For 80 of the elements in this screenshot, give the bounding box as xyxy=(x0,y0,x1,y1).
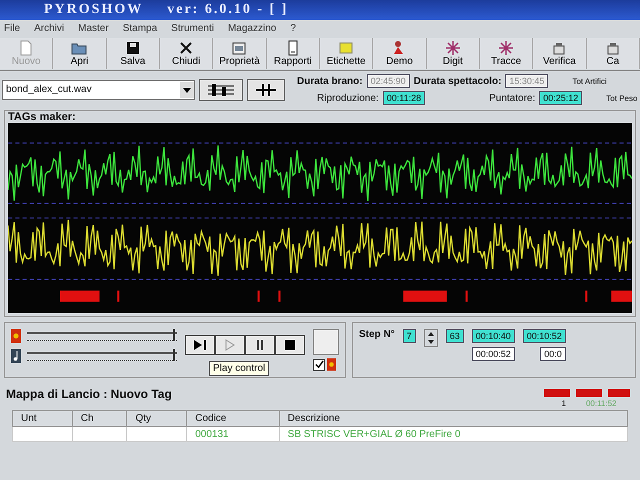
toolbar-button[interactable]: Etichette xyxy=(320,38,374,69)
label-icon xyxy=(338,40,354,56)
duration-label: Durata brano: xyxy=(297,76,363,86)
pointer-label: Puntatore: xyxy=(489,92,536,104)
checkmark-icon xyxy=(314,360,324,369)
toolbar-button[interactable]: Demo xyxy=(373,38,427,69)
total-label: Tot Artifici xyxy=(572,76,607,86)
step-spinner[interactable] xyxy=(424,329,438,347)
column-header: Ch xyxy=(72,410,127,426)
tool-icon xyxy=(551,40,568,56)
section-title: Mappa di Lancio : Nuovo Tag xyxy=(6,387,172,401)
file-dropdown[interactable]: bond_alex_cut.wav xyxy=(2,80,195,100)
window-icon xyxy=(231,40,248,56)
transport-button[interactable] xyxy=(185,335,215,355)
document-icon xyxy=(18,40,34,56)
toolbar-button[interactable]: Salva xyxy=(106,38,160,69)
play-icon xyxy=(192,339,208,351)
music-icon xyxy=(11,349,21,363)
transport-button[interactable] xyxy=(215,335,245,355)
checkbox[interactable] xyxy=(313,358,325,370)
toolbar-button[interactable]: Apri xyxy=(53,38,107,69)
split-icon xyxy=(254,82,278,98)
waveform-button[interactable] xyxy=(199,78,243,100)
menu-item[interactable]: Master xyxy=(78,23,109,34)
section-title: TAGs maker: xyxy=(8,111,77,123)
step-field[interactable]: 7 xyxy=(402,329,416,343)
column-header: Descrizione xyxy=(279,410,628,426)
table-cell: 000131 xyxy=(195,428,229,440)
menu-item[interactable]: Strumenti xyxy=(171,23,214,34)
offset-field: 00:0 xyxy=(540,347,566,361)
firework-icon xyxy=(11,329,21,343)
toolbar-button[interactable]: Ca xyxy=(586,38,640,69)
weight-label: Tot Peso xyxy=(606,94,638,102)
toolbar-button[interactable]: Chiudi xyxy=(160,38,214,69)
volume-slider[interactable] xyxy=(27,349,177,363)
stop-icon xyxy=(282,339,298,351)
toolbar-button[interactable]: Digit xyxy=(426,38,480,69)
time-field: 00:10:40 xyxy=(472,329,515,343)
tooltip: Play control xyxy=(209,361,270,376)
count-field: 63 xyxy=(446,329,464,343)
show-duration-label: Durata spettacolo: xyxy=(414,76,502,86)
time-field: 00:10:52 xyxy=(522,329,566,343)
tool-icon xyxy=(604,40,621,56)
menu-item[interactable]: ? xyxy=(290,23,296,34)
preview-box xyxy=(313,329,339,355)
marker-time: 00:11:52 xyxy=(586,399,616,408)
playback-time: 00:11:28 xyxy=(382,91,426,105)
toolbar-button[interactable]: Verifica xyxy=(533,38,587,69)
equalizer-icon xyxy=(206,82,236,98)
caret-icon xyxy=(183,86,191,94)
firework-icon xyxy=(327,358,336,371)
save-icon xyxy=(124,40,141,56)
column-header: Codice xyxy=(186,410,280,426)
volume-slider[interactable] xyxy=(27,329,177,343)
playback-label: Riproduzione: xyxy=(317,92,379,104)
menu-item[interactable]: Magazzino xyxy=(228,23,276,34)
show-duration-field: 15:30:45 xyxy=(505,74,548,88)
column-header: Unt xyxy=(12,410,72,426)
menu-item[interactable]: File xyxy=(4,23,20,34)
spark-icon xyxy=(498,40,514,56)
spinner-arrows-icon xyxy=(426,330,435,346)
app-name: PYROSHOW xyxy=(44,2,144,18)
offset-field: 00:00:52 xyxy=(472,347,515,361)
toolbar-button[interactable]: Rapporti xyxy=(266,38,320,69)
toolbar-button[interactable]: Tracce xyxy=(480,38,534,69)
menu-item[interactable]: Stampa xyxy=(122,23,158,34)
step-label: Step N° xyxy=(359,329,395,340)
toolbar-button[interactable]: Proprietà xyxy=(213,38,267,69)
marker-number: 1 xyxy=(562,399,566,408)
menu-item[interactable]: Archivi xyxy=(34,23,64,34)
duration-field: 02:45:90 xyxy=(366,74,410,88)
spark-icon xyxy=(444,40,461,56)
transport-button[interactable] xyxy=(245,335,275,355)
close-icon xyxy=(178,40,194,56)
table-cell: SB STRISC VER+GIAL Ø 60 PreFire 0 xyxy=(288,428,460,440)
transport-button[interactable] xyxy=(275,335,305,355)
marker-button[interactable] xyxy=(247,78,285,100)
column-header: Qty xyxy=(126,410,187,426)
window-title: ver: 6.0.10 - [ ] xyxy=(167,2,288,18)
pointer-time: 00:25:12 xyxy=(539,91,582,105)
